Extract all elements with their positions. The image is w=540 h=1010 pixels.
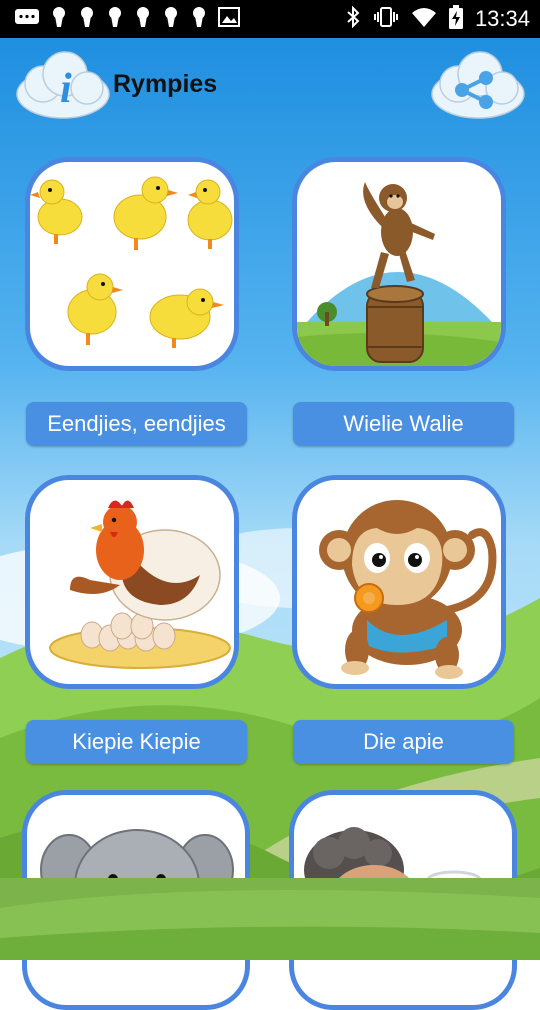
status-bar: 13:34 [0, 0, 540, 38]
battery-charging-icon [448, 4, 463, 34]
keyhole-icon [190, 6, 208, 33]
wifi-icon [411, 6, 437, 33]
share-button[interactable] [428, 46, 528, 124]
bluetooth-icon [345, 5, 361, 33]
vibrate-icon [373, 6, 399, 33]
message-icon [14, 7, 40, 32]
song-button-die-apie[interactable]: Die apie [293, 720, 514, 764]
song-card-eendjies[interactable] [25, 157, 239, 371]
keyhole-icon [78, 6, 96, 33]
song-card-die-apie[interactable] [292, 475, 506, 689]
song-button-eendjies[interactable]: Eendjies, eendjies [26, 402, 247, 446]
song-button-wielie-walie[interactable]: Wielie Walie [293, 402, 514, 446]
app-header: i Rympies [0, 40, 540, 130]
image-icon [218, 6, 240, 32]
ducklings-image [30, 162, 234, 366]
info-button[interactable]: i [13, 46, 113, 124]
song-card-kiepie-kiepie[interactable] [25, 475, 239, 689]
monkey-on-barrel-image [297, 162, 501, 366]
song-button-kiepie-kiepie[interactable]: Kiepie Kiepie [26, 720, 247, 764]
song-card-wielie-walie[interactable] [292, 157, 506, 371]
hen-with-eggs-image [30, 480, 234, 684]
keyhole-icon [106, 6, 124, 33]
keyhole-icon [50, 6, 68, 33]
keyhole-icon [134, 6, 152, 33]
keyhole-icon [162, 6, 180, 33]
bottom-grass [0, 878, 540, 960]
info-icon: i [60, 66, 72, 112]
page-title: Rympies [113, 70, 218, 98]
status-time: 13:34 [474, 6, 530, 31]
baby-monkey-image [297, 480, 501, 684]
